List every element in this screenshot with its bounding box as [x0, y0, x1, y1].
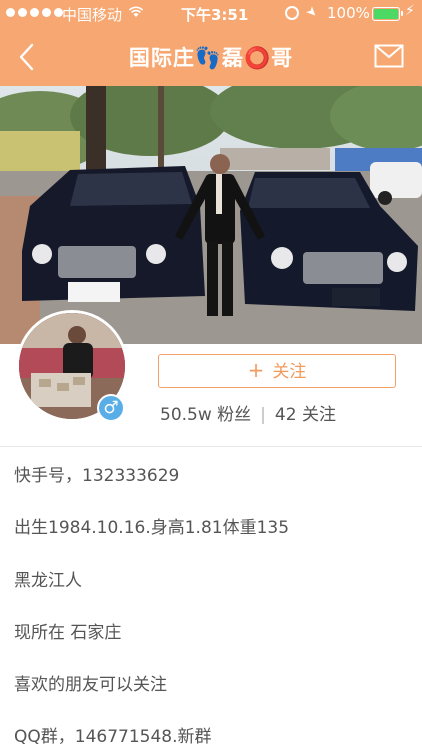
bio-line: 现所在 石家庄: [14, 623, 122, 643]
wifi-icon: [128, 6, 144, 17]
cover-photo: [0, 86, 422, 344]
carrier-name: 中国移动: [62, 6, 123, 24]
signal-strength-icon: [6, 8, 63, 17]
follow-button[interactable]: + 关注: [158, 354, 396, 388]
followers-count[interactable]: 50.5w 粉丝: [160, 405, 251, 425]
nav-bar: 国际庄👣磊⭕哥: [0, 28, 422, 86]
profile-section: ♂ + 关注 50.5w 粉丝 | 42 关注: [0, 310, 422, 446]
divider: [0, 446, 422, 447]
battery-icon: [372, 7, 403, 21]
status-bar: 中国移动 下午3:51 ➤ 100% ⚡: [0, 0, 422, 28]
following-count[interactable]: 42 关注: [275, 405, 336, 425]
message-button[interactable]: [374, 44, 404, 68]
header: 中国移动 下午3:51 ➤ 100% ⚡ 国际庄👣磊⭕哥: [0, 0, 422, 86]
plus-icon: +: [247, 358, 265, 382]
bio-line: 快手号，132333629: [14, 466, 180, 486]
envelope-icon: [374, 44, 404, 68]
page-title: 国际庄👣磊⭕哥: [128, 46, 294, 70]
charging-bolt-icon: ⚡: [405, 3, 415, 19]
follow-label: 关注: [272, 362, 307, 382]
follow-stats: 50.5w 粉丝 | 42 关注: [160, 400, 336, 425]
bio-line: 喜欢的朋友可以关注: [14, 675, 167, 695]
location-arrow-icon: ➤: [302, 3, 321, 22]
bio-line: 出生1984.10.16.身高1.81体重135: [14, 518, 290, 538]
stats-separator: |: [260, 405, 266, 425]
bio-line: 黑龙江人: [14, 571, 82, 591]
battery-percentage: 100%: [327, 4, 370, 22]
clock-time: 下午3:51: [181, 6, 249, 24]
male-gender-icon: ♂: [97, 394, 125, 422]
rotation-lock-icon: [285, 6, 299, 20]
bio-line: QQ群，146771548.新群: [14, 727, 212, 747]
